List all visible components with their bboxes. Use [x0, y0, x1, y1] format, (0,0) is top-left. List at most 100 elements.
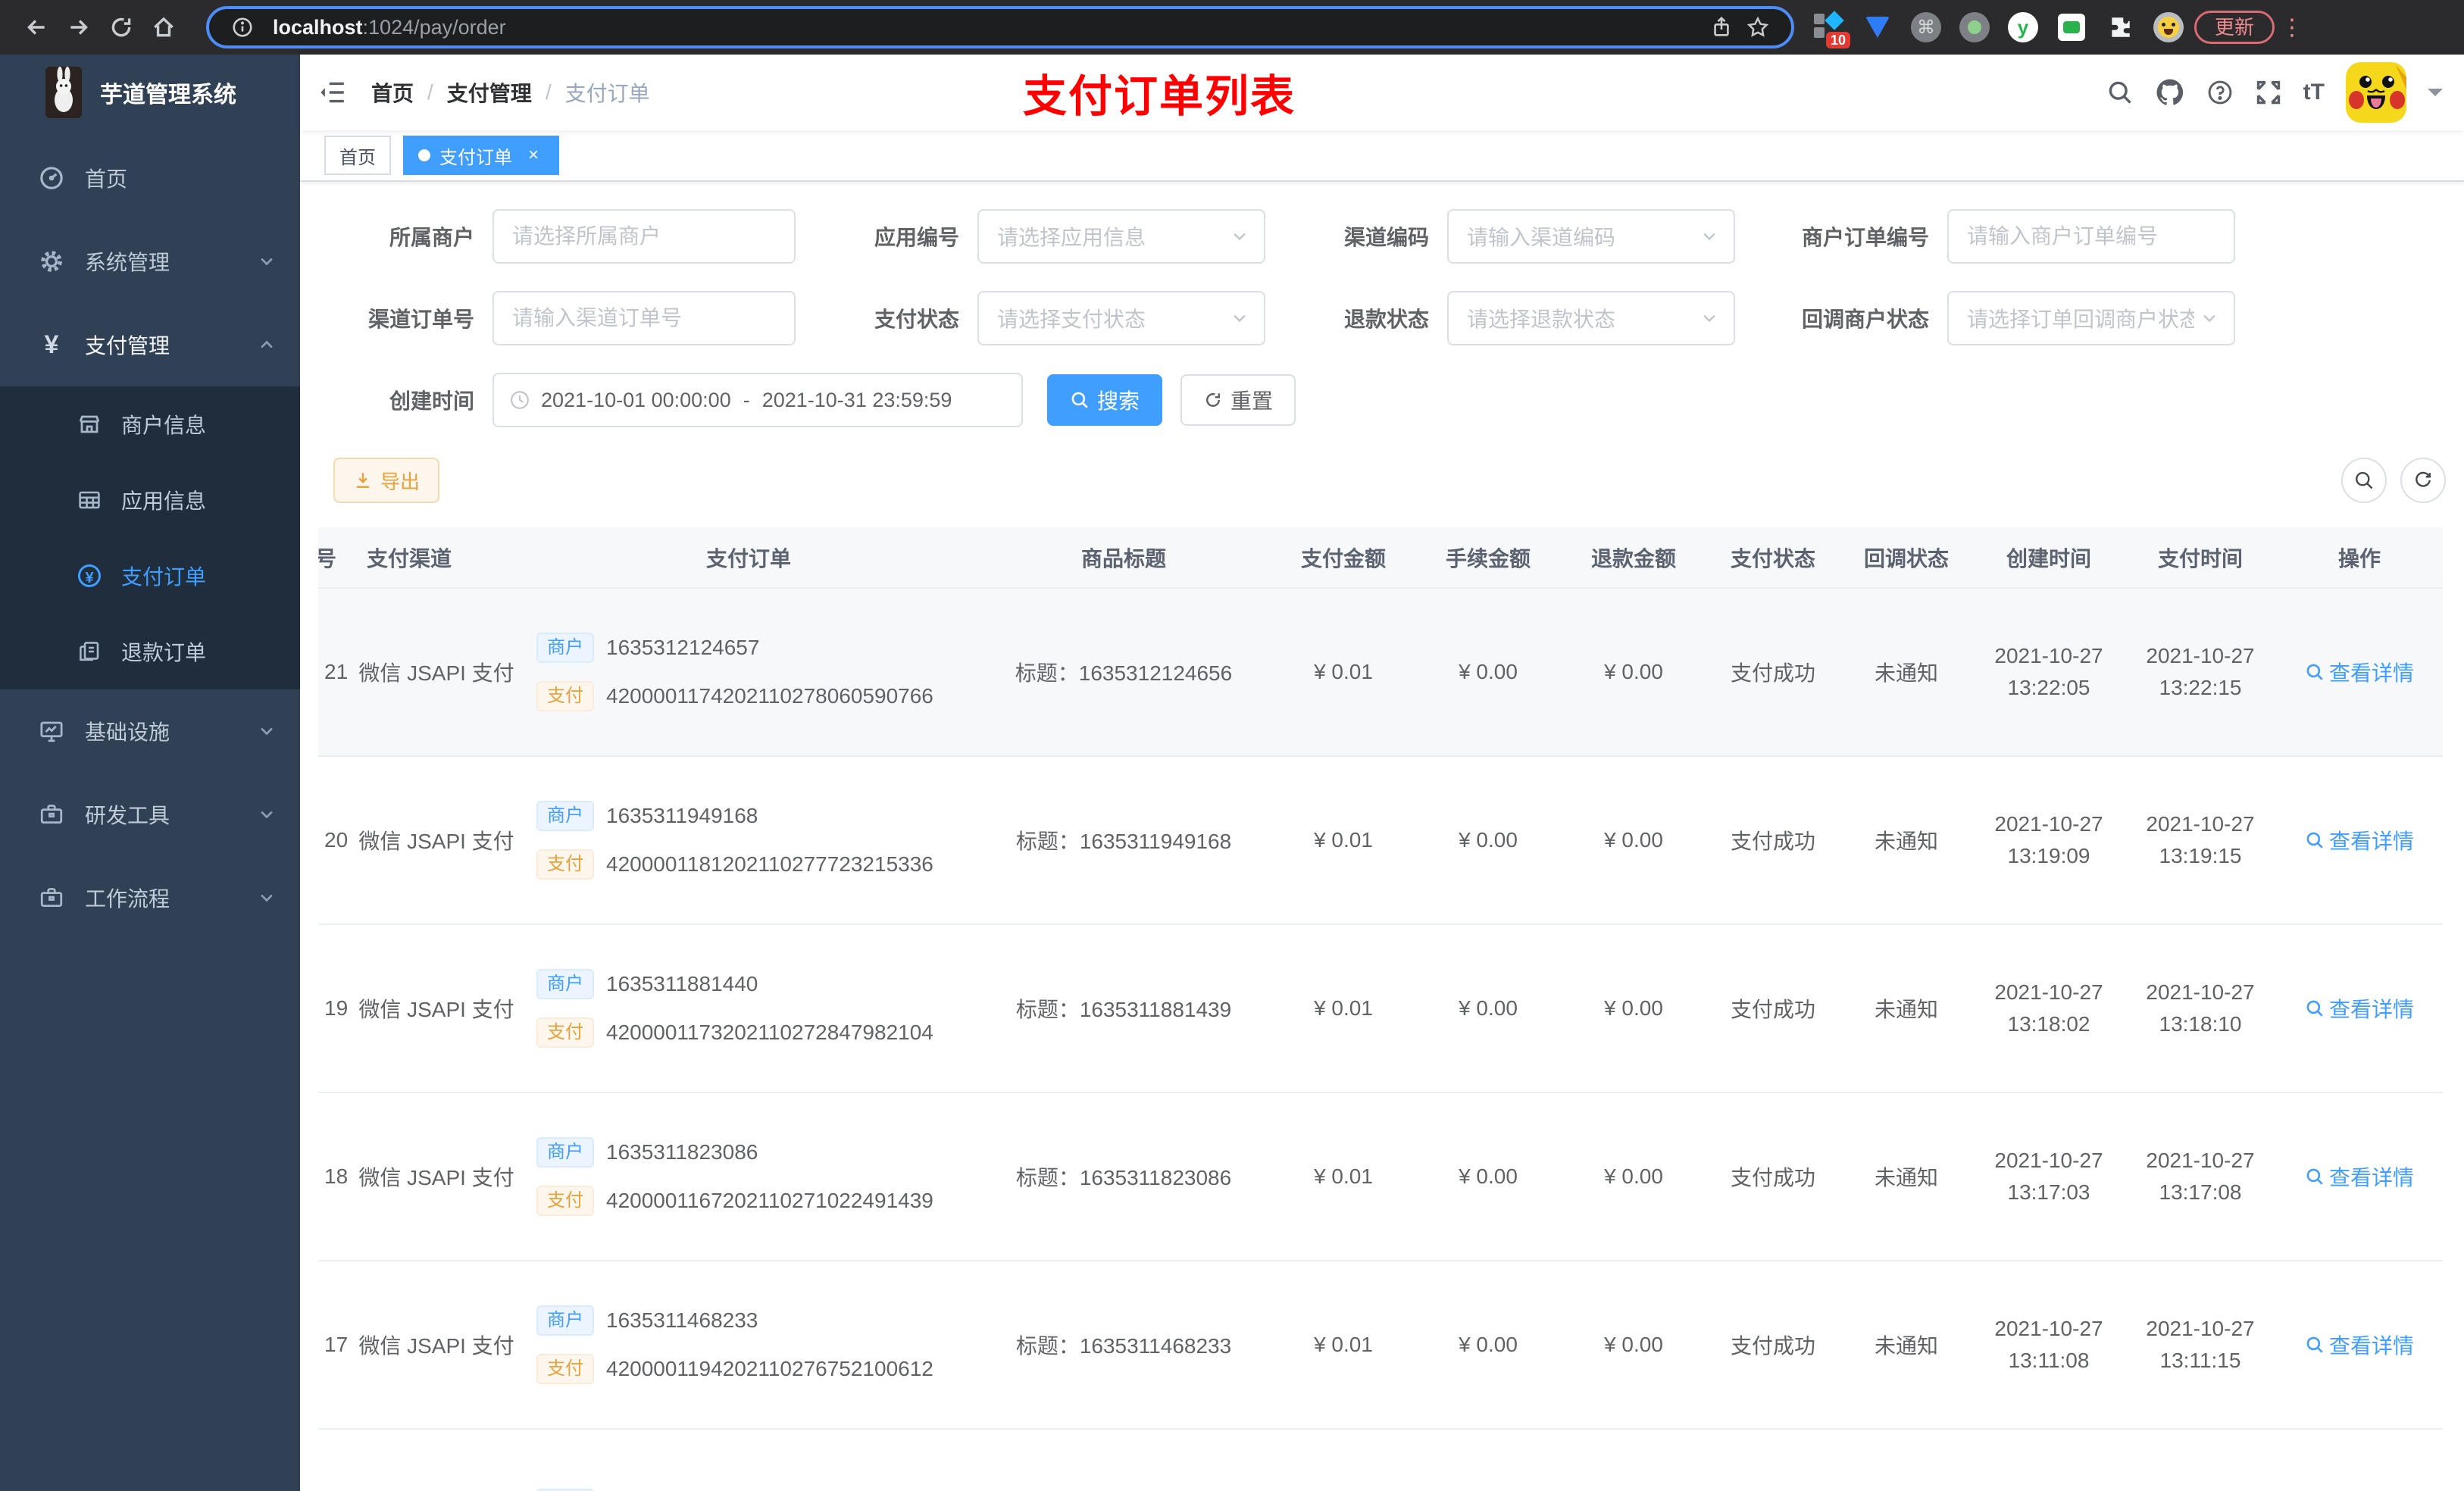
search-icon[interactable] [2106, 79, 2134, 106]
callback-status-select[interactable]: 请选择订单回调商户状态 [1947, 291, 2235, 345]
view-detail-link[interactable]: 查看详情 [2305, 657, 2414, 687]
pay-order-line: 支付 4200001194202110276752100612 [536, 1354, 974, 1384]
refund-status-select[interactable]: 请选择退款状态 [1447, 291, 1735, 345]
merchant-tag: 商户 [536, 1305, 594, 1336]
dot-extension-icon[interactable] [1958, 11, 1991, 44]
tag-home[interactable]: 首页 [324, 136, 391, 175]
column-header: 商品标题 [976, 527, 1271, 589]
cell-title: 标题：1635311468233 [976, 1261, 1271, 1430]
channel-code-select[interactable]: 请输入渠道编码 [1447, 209, 1735, 264]
reset-button[interactable]: 重置 [1180, 374, 1296, 426]
collapse-sidebar-icon[interactable] [318, 78, 347, 107]
reload-icon[interactable] [100, 6, 142, 48]
channel-order-no-input[interactable] [492, 291, 796, 345]
table-row[interactable]: 21 微信 JSAPI 支付 商户 1635312124657 支付 42000… [318, 588, 2443, 757]
column-header: 支付时间 [2125, 527, 2276, 589]
browser-menu-icon[interactable]: ⋮ [2281, 14, 2303, 41]
command-extension-icon[interactable]: ⌘ [1909, 11, 1943, 44]
view-detail-link[interactable]: 查看详情 [2305, 825, 2414, 855]
cell-create-time: 2021-10-27 13:19:09 [1973, 756, 2125, 925]
pay-date: 2021-10-27 [2146, 1149, 2255, 1172]
avatar-caret-icon[interactable] [2428, 89, 2443, 104]
tag-pay-order[interactable]: 支付订单 × [403, 136, 559, 175]
pay-time: 13:19:15 [2159, 844, 2242, 867]
y-extension-icon[interactable]: y [2006, 11, 2040, 44]
cell-status: 支付成功 [1706, 756, 1840, 925]
table-row[interactable]: 20 微信 JSAPI 支付 商户 1635311949168 支付 42000… [318, 756, 2443, 925]
sidebar-item-pay[interactable]: ¥ 支付管理 [0, 303, 300, 386]
browser-update-button[interactable]: 更新 [2194, 11, 2275, 44]
pay-tag: 支付 [536, 1354, 594, 1384]
view-detail-link[interactable]: 查看详情 [2305, 1330, 2414, 1360]
view-detail-link[interactable]: 查看详情 [2305, 993, 2414, 1024]
sidebar-item-infra[interactable]: 基础设施 [0, 689, 300, 773]
breadcrumb-pay[interactable]: 支付管理 [447, 77, 532, 108]
app-title: 芋道管理系统 [100, 83, 236, 108]
cell-id: 20 [318, 756, 352, 925]
tag-label: 首页 [339, 147, 376, 168]
cell-refund [1561, 1429, 1706, 1491]
font-size-icon[interactable]: tT [2303, 80, 2325, 105]
app-no-select[interactable]: 请选择应用信息 [977, 209, 1265, 264]
ext-diamond [1825, 11, 1844, 30]
cell-pay-time [2125, 1429, 2276, 1491]
help-icon[interactable] [2206, 79, 2234, 106]
briefcase-icon [33, 802, 70, 827]
table-body: 21 微信 JSAPI 支付 商户 1635312124657 支付 42000… [318, 588, 2443, 1491]
search-button[interactable]: 搜索 [1047, 374, 1163, 426]
sidebar-item-pay-order[interactable]: ¥ 支付订单 [0, 538, 300, 614]
sidebar-item-workflow[interactable]: 工作流程 [0, 856, 300, 939]
sidebar-item-refund-order[interactable]: 退款订单 [0, 614, 300, 689]
sidebar-item-merchant-info[interactable]: 商户信息 [0, 386, 300, 462]
table-row[interactable]: 17 微信 JSAPI 支付 商户 1635311468233 支付 42000… [318, 1261, 2443, 1430]
fullscreen-icon[interactable] [2255, 79, 2282, 106]
address-bar[interactable]: localhost:1024/pay/order [206, 6, 1794, 48]
sidebar-item-devtools[interactable]: 研发工具 [0, 773, 300, 856]
close-icon[interactable]: × [523, 145, 544, 166]
gem-extension-icon[interactable] [1861, 11, 1894, 44]
puzzle-extension-icon[interactable] [2103, 11, 2137, 44]
cell-id: 17 [318, 1261, 352, 1430]
tag-label: 支付订单 [439, 147, 512, 168]
show-search-button[interactable] [2341, 458, 2387, 503]
share-icon[interactable] [1703, 9, 1740, 45]
filter-channel-order-no: 渠道订单号 [318, 291, 796, 345]
back-icon[interactable] [15, 6, 58, 48]
merchant-order-no: 1635311823086 [606, 1140, 758, 1164]
logo-row[interactable]: 芋道管理系统 [0, 55, 300, 130]
table-row[interactable]: 18 微信 JSAPI 支付 商户 1635311823086 支付 42000… [318, 1092, 2443, 1261]
export-button[interactable]: 导出 [333, 458, 440, 503]
filter-label: 渠道订单号 [367, 308, 474, 331]
column-header: 回调状态 [1840, 527, 1973, 589]
merchant-order-no: 1635311949168 [606, 804, 758, 827]
table-row[interactable]: 19 微信 JSAPI 支付 商户 1635311881440 支付 42000… [318, 924, 2443, 1093]
extension-badge-icon[interactable]: 10 [1812, 11, 1850, 48]
sidebar-item-label: 基础设施 [85, 720, 170, 744]
emoji-extension-icon[interactable] [2152, 11, 2185, 44]
merchant-order-no-input[interactable] [1947, 209, 2235, 264]
create-time: 13:17:03 [2007, 1180, 2090, 1204]
github-icon[interactable] [2155, 77, 2185, 108]
breadcrumb-home[interactable]: 首页 [371, 77, 414, 108]
user-avatar[interactable] [2346, 62, 2406, 123]
site-info-icon[interactable] [224, 9, 261, 45]
home-icon[interactable] [142, 6, 185, 48]
table-row[interactable]: 商户 1635311351736 [318, 1429, 2443, 1491]
pay-date: 2021-10-27 [2146, 812, 2255, 836]
table-header: 编号支付渠道支付订单商品标题支付金额手续金额退款金额支付状态回调状态创建时间支付… [318, 527, 2443, 589]
sidebar-item-home[interactable]: 首页 [0, 136, 300, 220]
sidebar-item-app-info[interactable]: 应用信息 [0, 462, 300, 538]
pay-tag: 支付 [536, 1186, 594, 1216]
sidebar-item-system[interactable]: 系统管理 [0, 220, 300, 303]
bookmark-star-icon[interactable] [1740, 9, 1776, 45]
chat-extension-icon[interactable] [2055, 11, 2088, 44]
date-range-picker[interactable]: 2021-10-01 00:00:00 - 2021-10-31 23:59:5… [492, 373, 1023, 427]
refresh-button[interactable] [2400, 458, 2446, 503]
chevron-down-icon [2200, 309, 2219, 327]
view-detail-link[interactable]: 查看详情 [2305, 1161, 2414, 1192]
forward-icon[interactable] [58, 6, 100, 48]
merchant-input[interactable] [492, 209, 796, 264]
dashboard-icon [33, 165, 70, 191]
pay-status-select[interactable]: 请选择支付状态 [977, 291, 1265, 345]
browser-toolbar: localhost:1024/pay/order 10 ⌘ y 更新 ⋮ [0, 0, 2464, 55]
